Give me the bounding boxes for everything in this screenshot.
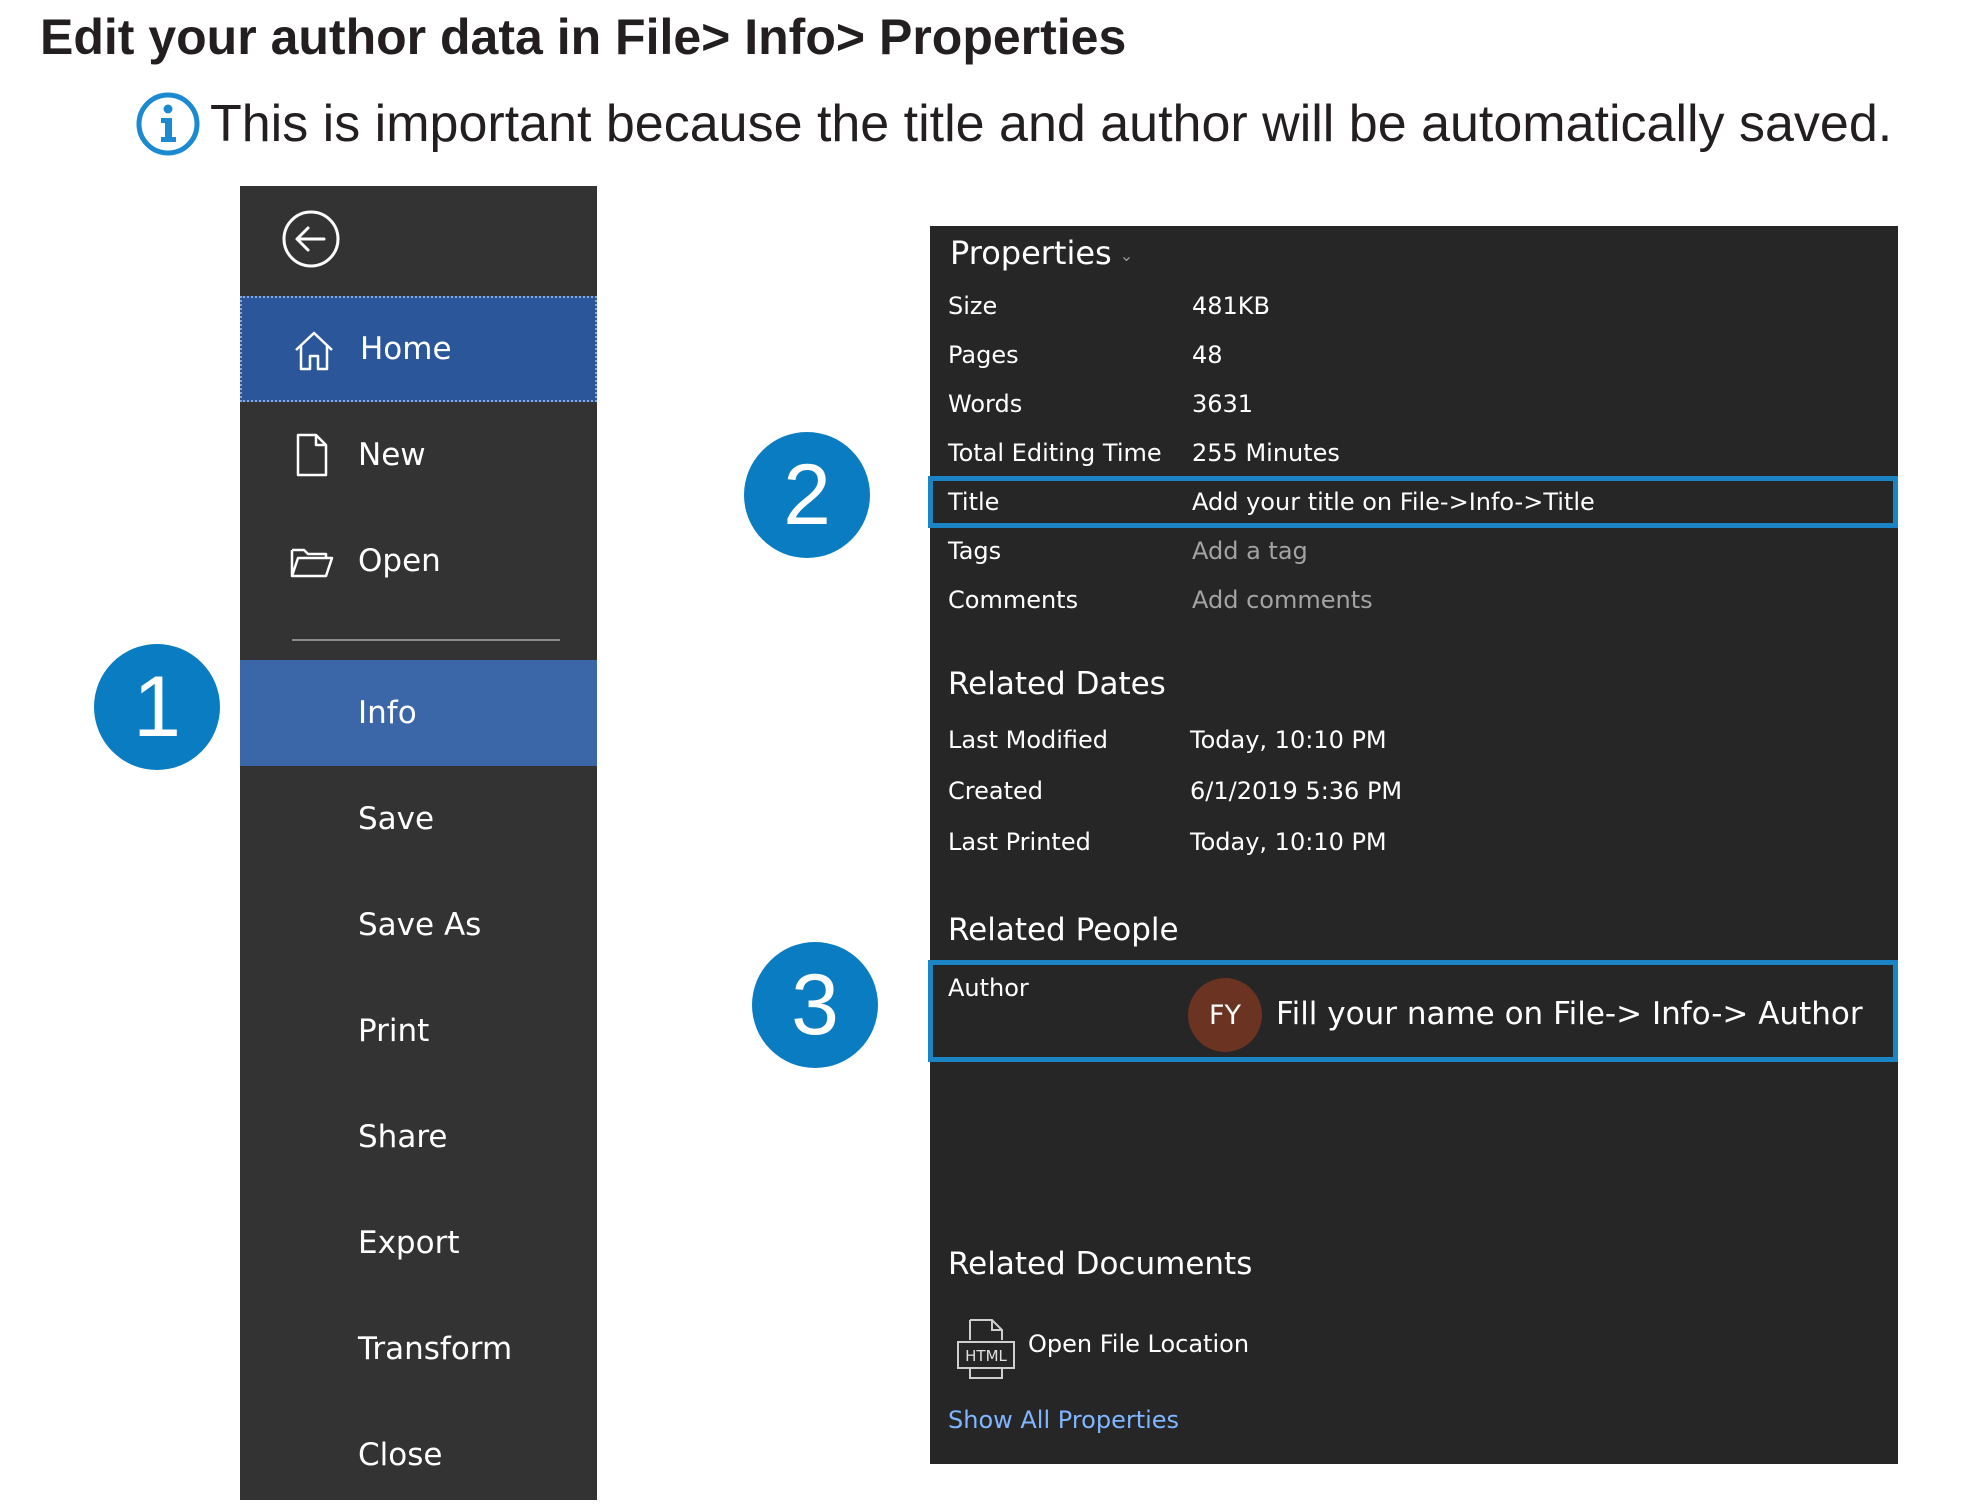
- nav-item-label: Print: [358, 1013, 430, 1049]
- words-label: Words: [948, 390, 1023, 418]
- info-icon: [136, 92, 200, 156]
- author-field[interactable]: Fill your name on File-> Info-> Author: [1276, 996, 1863, 1032]
- properties-title: Properties: [950, 234, 1112, 272]
- nav-item-close[interactable]: Close: [240, 1402, 597, 1508]
- nav-item-open[interactable]: Open: [240, 508, 597, 614]
- last-modified-value: Today, 10:10 PM: [1190, 726, 1387, 754]
- author-avatar[interactable]: FY: [1188, 978, 1262, 1052]
- comments-label: Comments: [948, 586, 1079, 614]
- nav-item-label: Share: [358, 1119, 448, 1155]
- nav-item-label: Close: [358, 1437, 443, 1473]
- step-badge-3: 3: [752, 942, 878, 1068]
- nav-item-save-as[interactable]: Save As: [240, 872, 597, 978]
- step-badge-2: 2: [744, 432, 870, 558]
- nav-item-label: Save: [358, 801, 435, 837]
- last-printed-value: Today, 10:10 PM: [1190, 828, 1387, 856]
- properties-dropdown[interactable]: Properties ⌄: [950, 234, 1133, 272]
- nav-item-label: Open: [358, 543, 441, 579]
- step-badge-1: 1: [94, 644, 220, 770]
- info-note-text: This is important because the title and …: [210, 95, 1893, 153]
- words-value: 3631: [1192, 390, 1254, 418]
- nav-item-home[interactable]: Home: [240, 296, 597, 402]
- info-note: This is important because the title and …: [134, 88, 1892, 160]
- nav-item-label: Transform: [358, 1331, 513, 1367]
- chevron-down-icon: ⌄: [1119, 245, 1134, 265]
- back-arrow-icon[interactable]: [280, 208, 342, 270]
- nav-item-label: Info: [358, 695, 417, 731]
- html-icon-text: HTML: [965, 1347, 1007, 1365]
- tags-field[interactable]: Add a tag: [1192, 537, 1308, 565]
- tags-label: Tags: [948, 537, 1002, 565]
- created-value: 6/1/2019 5:36 PM: [1190, 777, 1403, 805]
- nav-item-label: New: [358, 437, 426, 473]
- new-document-icon: [296, 433, 328, 477]
- open-folder-icon: [290, 548, 334, 578]
- page-heading: Edit your author data in File> Info> Pro…: [40, 9, 1127, 65]
- nav-item-transform[interactable]: Transform: [240, 1296, 597, 1402]
- last-printed-label: Last Printed: [948, 828, 1091, 856]
- editing-time-label: Total Editing Time: [948, 439, 1162, 467]
- created-label: Created: [948, 777, 1043, 805]
- html-file-icon[interactable]: HTML: [956, 1316, 1016, 1382]
- pages-value: 48: [1192, 341, 1223, 369]
- nav-item-label: Save As: [358, 907, 482, 943]
- nav-item-info[interactable]: Info: [240, 660, 597, 766]
- editing-time-value: 255 Minutes: [1192, 439, 1340, 467]
- nav-item-print[interactable]: Print: [240, 978, 597, 1084]
- nav-item-label: Export: [358, 1225, 460, 1261]
- related-documents-title: Related Documents: [948, 1246, 1253, 1282]
- nav-divider: [292, 639, 560, 641]
- last-modified-label: Last Modified: [948, 726, 1109, 754]
- title-label: Title: [948, 488, 1000, 516]
- related-people-title: Related People: [948, 912, 1179, 948]
- nav-item-export[interactable]: Export: [240, 1190, 597, 1296]
- nav-item-save[interactable]: Save: [240, 766, 597, 872]
- size-value: 481KB: [1192, 292, 1271, 320]
- show-all-properties-link[interactable]: Show All Properties: [948, 1406, 1179, 1434]
- properties-panel: Properties ⌄ Size 481KB Pages 48 Words 36…: [928, 226, 1898, 1464]
- title-field[interactable]: Add your title on File->Info->Title: [1192, 488, 1595, 516]
- home-icon: [295, 331, 333, 371]
- nav-item-new[interactable]: New: [240, 402, 597, 508]
- comments-field[interactable]: Add comments: [1192, 586, 1373, 614]
- pages-label: Pages: [948, 341, 1019, 369]
- nav-item-share[interactable]: Share: [240, 1084, 597, 1190]
- size-label: Size: [948, 292, 998, 320]
- author-label: Author: [948, 974, 1029, 1002]
- nav-item-label: Home: [360, 331, 452, 367]
- open-file-location-link[interactable]: Open File Location: [1028, 1330, 1249, 1358]
- backstage-nav: Home New Open Info Save Save As Print Sh…: [240, 186, 597, 1500]
- related-dates-title: Related Dates: [948, 666, 1166, 702]
